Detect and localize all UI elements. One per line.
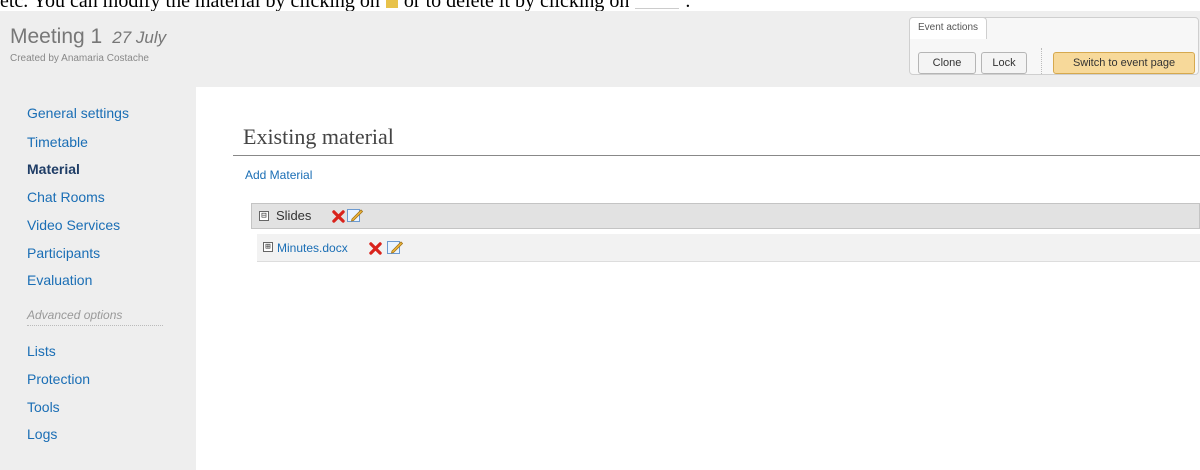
collapse-icon[interactable]: ⊟ xyxy=(259,211,269,221)
sidebar-item-material[interactable]: Material xyxy=(27,161,80,177)
event-title-line: Meeting 1 27 July xyxy=(10,25,166,49)
material-file-row: ⊞ Minutes.docx xyxy=(257,234,1200,262)
lock-button[interactable]: Lock xyxy=(981,52,1027,74)
sidebar-item-video-services[interactable]: Video Services xyxy=(27,217,120,233)
sidebar-item-participants[interactable]: Participants xyxy=(27,245,100,261)
event-actions-label: Event actions xyxy=(909,17,988,39)
event-date: 27 July xyxy=(112,28,167,47)
delete-icon-placeholder xyxy=(635,0,680,10)
sidebar-item-tools[interactable]: Tools xyxy=(27,399,60,415)
page-title: Existing material xyxy=(243,124,394,149)
sidebar-item-timetable[interactable]: Timetable xyxy=(27,134,88,150)
event-actions-panel: Event actions Clone Lock Switch to event… xyxy=(909,17,1199,75)
delete-icon[interactable] xyxy=(332,210,345,223)
switch-to-event-page-button[interactable]: Switch to event page xyxy=(1053,52,1195,74)
title-divider xyxy=(233,155,1200,156)
expand-icon[interactable]: ⊞ xyxy=(263,242,273,252)
advanced-options-divider xyxy=(27,325,163,326)
instruction-caption: etc. You can modify the material by clic… xyxy=(0,0,1200,11)
advanced-options-heading: Advanced options xyxy=(27,308,123,322)
edit-icon xyxy=(385,0,398,9)
add-material-link[interactable]: Add Material xyxy=(245,168,312,182)
sidebar-item-logs[interactable]: Logs xyxy=(27,426,57,442)
sidebar-item-evaluation[interactable]: Evaluation xyxy=(27,272,92,288)
clone-button[interactable]: Clone xyxy=(918,52,976,74)
category-label: Slides xyxy=(276,208,312,223)
edit-icon[interactable] xyxy=(387,240,403,255)
delete-icon[interactable] xyxy=(369,242,382,255)
event-creator: Created by Anamaria Costache xyxy=(10,53,149,64)
actions-divider xyxy=(1041,48,1042,74)
sidebar-item-protection[interactable]: Protection xyxy=(27,371,90,387)
sidebar-item-lists[interactable]: Lists xyxy=(27,343,56,359)
event-title: Meeting 1 xyxy=(10,25,103,48)
file-link[interactable]: Minutes.docx xyxy=(277,241,348,255)
material-category-row: ⊟ Slides xyxy=(251,203,1200,229)
sidebar-item-general-settings[interactable]: General settings xyxy=(27,105,129,121)
edit-icon[interactable] xyxy=(347,208,363,223)
sidebar-item-chat-rooms[interactable]: Chat Rooms xyxy=(27,189,105,205)
